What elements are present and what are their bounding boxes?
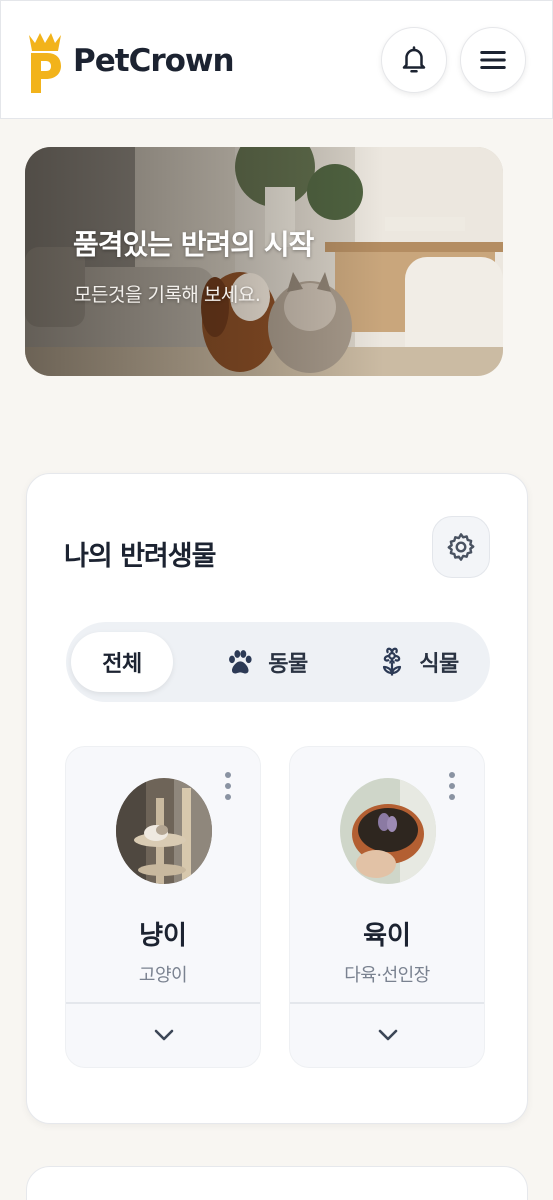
brand-name[interactable]: PetCrown	[73, 43, 235, 79]
tab-all[interactable]: 전체	[71, 632, 173, 692]
bell-icon	[402, 46, 426, 73]
cat-photo	[116, 778, 212, 884]
pet-filter-tabs: 전체 동물 식물	[66, 622, 490, 702]
tab-animal[interactable]: 동물	[201, 632, 331, 692]
expand-button[interactable]	[372, 1023, 404, 1047]
hero-subtitle: 모든것을 기록해 보세요.	[74, 284, 261, 306]
divider	[66, 1002, 260, 1004]
menu-icon	[480, 51, 506, 69]
pet-name: 냥이	[139, 921, 187, 951]
gear-icon	[447, 533, 475, 561]
divider	[290, 1002, 484, 1004]
tab-all-label: 전체	[102, 652, 142, 677]
app-header: PetCrown	[0, 0, 553, 119]
pet-card[interactable]: 육이 다육·선인장	[289, 746, 485, 1068]
pet-kind: 고양이	[138, 965, 188, 986]
next-section-card	[26, 1166, 528, 1200]
paw-icon	[229, 650, 252, 674]
crown-logo-icon[interactable]	[27, 31, 63, 95]
hero-title: 품격있는 반려의 시작	[73, 228, 314, 261]
succulent-photo	[340, 778, 436, 884]
flower-icon	[383, 647, 402, 676]
tab-plant-label: 식물	[419, 652, 459, 677]
expand-button[interactable]	[148, 1023, 180, 1047]
tab-animal-label: 동물	[268, 652, 308, 677]
pet-name: 육이	[363, 921, 411, 951]
more-options-icon[interactable]	[224, 771, 232, 801]
pet-card[interactable]: 냥이 고양이	[65, 746, 261, 1068]
hero-banner[interactable]: 품격있는 반려의 시작 모든것을 기록해 보세요.	[25, 147, 503, 376]
pet-avatar	[340, 778, 436, 884]
pets-settings-button[interactable]	[432, 516, 490, 578]
my-pets-section: 나의 반려생물 전체 동물 식물 냥이 고양이 육이 다육·선인장	[26, 473, 528, 1124]
notification-button[interactable]	[381, 27, 447, 93]
pet-kind: 다육·선인장	[344, 965, 430, 986]
chevron-down-icon	[378, 1029, 398, 1041]
more-options-icon[interactable]	[448, 771, 456, 801]
tab-plant[interactable]: 식물	[356, 632, 480, 692]
pet-avatar	[116, 778, 212, 884]
menu-button[interactable]	[460, 27, 526, 93]
section-title: 나의 반려생물	[64, 541, 216, 572]
chevron-down-icon	[154, 1029, 174, 1041]
